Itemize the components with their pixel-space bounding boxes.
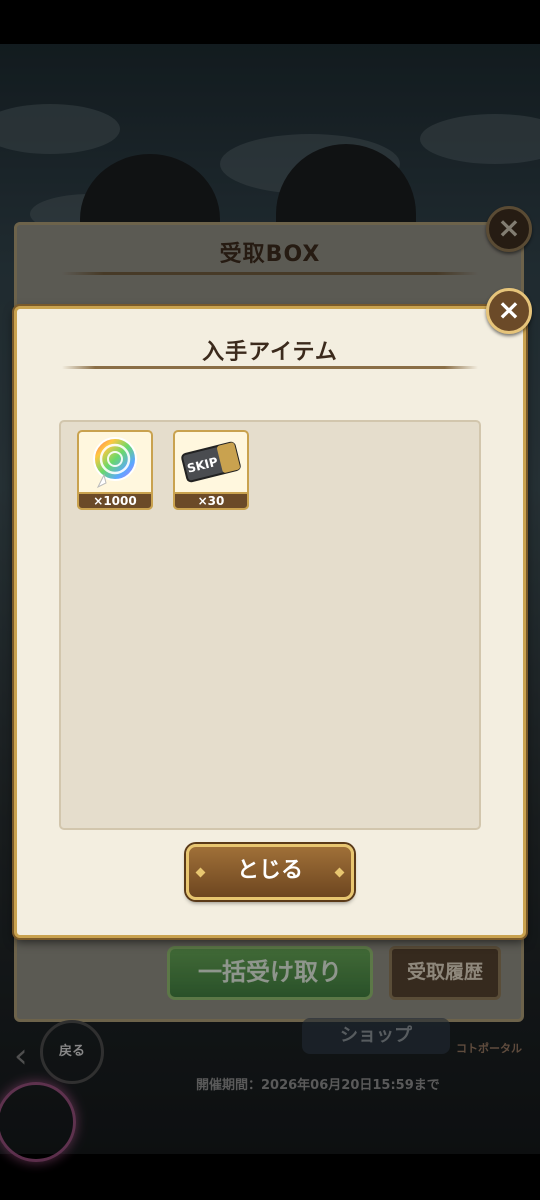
item-rainbow-medal[interactable]: ×1000 <box>77 430 153 510</box>
item-count: ×1000 <box>77 492 153 510</box>
item-list: ×1000 SKIP ×30 <box>59 420 481 830</box>
modal-title-divider <box>62 366 478 369</box>
item-count: ×30 <box>173 492 249 510</box>
close-button[interactable]: とじる <box>186 844 354 900</box>
skip-ticket-icon: SKIP <box>177 434 245 490</box>
item-skip-ticket[interactable]: SKIP ×30 <box>173 430 249 510</box>
modal-title: 入手アイテム <box>202 340 338 365</box>
modal-close-icon-button[interactable]: × <box>486 288 532 334</box>
rainbow-medal-icon <box>81 434 149 490</box>
close-button-label: とじる <box>236 858 303 883</box>
